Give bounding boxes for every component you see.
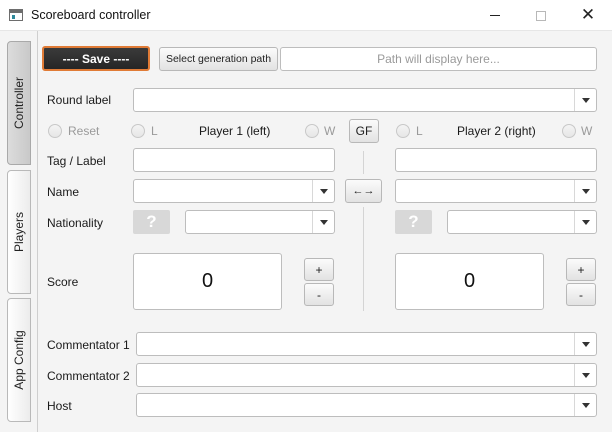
chevron-down-icon (574, 394, 596, 416)
close-icon: ✕ (580, 5, 596, 25)
commentator1-label-text: Commentator 1 (47, 338, 130, 352)
reset-radio-label: Reset (68, 124, 100, 138)
score-label-text: Score (47, 275, 79, 289)
grand-final-button[interactable]: GF (349, 119, 379, 143)
tab-players[interactable]: Players (7, 170, 31, 294)
chevron-down-icon (574, 89, 596, 111)
p1-tag-input[interactable] (133, 148, 335, 172)
p2-score-increment-button[interactable]: + (566, 258, 596, 281)
p2-score-display[interactable]: 0 (395, 253, 544, 310)
round-label-combo[interactable] (133, 88, 597, 112)
chevron-down-icon (574, 211, 596, 233)
controller-panel: ---- Save ---- Select generation path Pa… (38, 31, 612, 432)
minimize-button[interactable] (472, 0, 518, 31)
commentator2-combo[interactable] (136, 363, 597, 387)
chevron-down-icon (574, 364, 596, 386)
center-divider-bottom (363, 207, 364, 311)
p2-loser-radio-label: L (416, 124, 423, 138)
p2-score-decrement-button[interactable]: - (566, 283, 596, 306)
tab-players-label: Players (12, 211, 26, 253)
nationality-label-text: Nationality (47, 216, 104, 230)
host-combo[interactable] (136, 393, 597, 417)
p1-winner-radio-label: W (324, 124, 336, 138)
p1-winner-radio[interactable] (305, 124, 319, 138)
player2-title: Player 2 (right) (457, 124, 536, 138)
chevron-down-icon (574, 333, 596, 355)
tag-label-text: Tag / Label (47, 154, 106, 168)
name-label-text: Name (47, 185, 80, 199)
tab-app-config[interactable]: App Config (7, 298, 31, 422)
minimize-icon (490, 15, 500, 16)
p1-name-combo[interactable] (133, 179, 335, 203)
round-label-text: Round label (47, 93, 112, 107)
p2-name-combo[interactable] (395, 179, 597, 203)
close-button[interactable]: ✕ (565, 0, 611, 31)
p2-nationality-combo[interactable] (447, 210, 597, 234)
p1-flag-placeholder: ? (133, 210, 170, 234)
p1-score-increment-button[interactable]: + (304, 258, 334, 281)
host-label-text: Host (47, 399, 72, 413)
tab-controller-label: Controller (12, 76, 26, 130)
tab-controller[interactable]: Controller (7, 41, 31, 165)
p1-loser-radio[interactable] (131, 124, 145, 138)
generation-path-display: Path will display here... (280, 47, 597, 71)
swap-players-button[interactable]: ←→ (345, 179, 382, 203)
maximize-icon (536, 10, 546, 21)
p1-score-decrement-button[interactable]: - (304, 283, 334, 306)
select-generation-path-button[interactable]: Select generation path (159, 47, 278, 71)
save-button[interactable]: ---- Save ---- (42, 46, 150, 71)
chevron-down-icon (312, 211, 334, 233)
p2-flag-placeholder: ? (395, 210, 432, 234)
reset-radio[interactable] (48, 124, 62, 138)
maximize-button[interactable] (518, 0, 564, 31)
tab-app-config-label: App Config (12, 330, 26, 390)
p2-tag-input[interactable] (395, 148, 597, 172)
p1-nationality-combo[interactable] (185, 210, 335, 234)
p1-loser-radio-label: L (151, 124, 158, 138)
player1-title: Player 1 (left) (199, 124, 271, 138)
title-bar: Scoreboard controller ✕ (0, 0, 612, 31)
commentator2-label-text: Commentator 2 (47, 369, 130, 383)
commentator1-combo[interactable] (136, 332, 597, 356)
p1-score-display[interactable]: 0 (133, 253, 282, 310)
app-window-icon (9, 9, 23, 21)
p2-winner-radio[interactable] (562, 124, 576, 138)
p2-winner-radio-label: W (581, 124, 593, 138)
center-divider-top (363, 151, 364, 174)
window-title: Scoreboard controller (31, 8, 151, 22)
chevron-down-icon (312, 180, 334, 202)
p2-loser-radio[interactable] (396, 124, 410, 138)
chevron-down-icon (574, 180, 596, 202)
